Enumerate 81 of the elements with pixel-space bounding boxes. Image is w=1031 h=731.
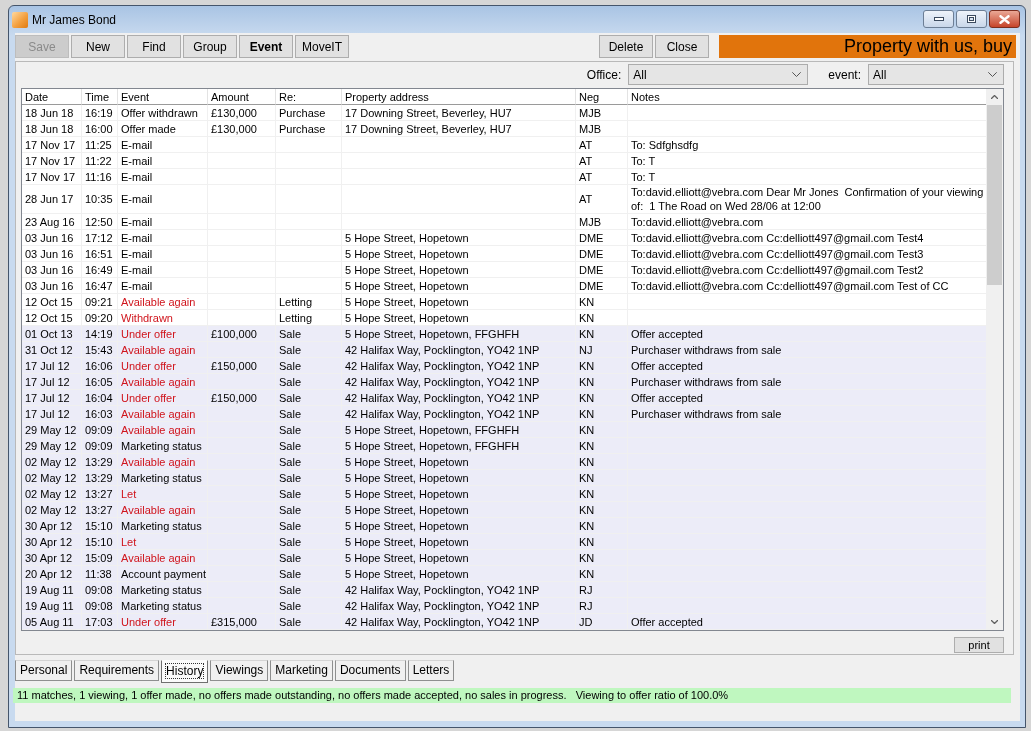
action-button[interactable]: Delete: [599, 35, 653, 58]
tab[interactable]: Personal: [15, 660, 73, 681]
filter-dropdown[interactable]: All: [868, 64, 1004, 85]
scrollbar-thumb[interactable]: [987, 105, 1002, 285]
tab[interactable]: Letters: [407, 660, 455, 681]
app-icon: [12, 11, 28, 28]
filter-label: event:: [828, 67, 861, 82]
table-row[interactable]: 19 Aug 11 09:08 Marketing status Sale 42 Halifax Way, Pocklington, YO42 1NP RJ: [22, 598, 986, 614]
close-button[interactable]: [989, 10, 1020, 28]
tab[interactable]: Requirements: [74, 660, 160, 681]
table-row[interactable]: 17 Jul 12 16:04 Under offer £150,000 Sale 42 Halifax Way, Pocklington, YO42 1NP KN Offer accepted: [22, 390, 986, 406]
close-icon: [999, 14, 1010, 24]
column-header[interactable]: Date: [22, 89, 82, 105]
chevron-down-icon[interactable]: [991, 620, 998, 624]
table-row[interactable]: 12 Oct 15 09:20 Withdrawn Letting 5 Hope Street, Hopetown KN: [22, 310, 986, 326]
table-row[interactable]: 30 Apr 12 15:09 Available again Sale 5 Hope Street, Hopetown KN: [22, 550, 986, 566]
vertical-scrollbar[interactable]: [986, 89, 1003, 630]
table-row[interactable]: 01 Oct 13 14:19 Under offer £100,000 Sale 5 Hope Street, Hopetown, FFGHFH KN Offer accepted: [22, 326, 986, 342]
toolbar-button[interactable]: Find: [127, 35, 181, 58]
toolbar-button[interactable]: Group: [183, 35, 237, 58]
table-cell: 17:03: [82, 614, 118, 630]
status-banner: Property with us, buy: [719, 35, 1016, 58]
table-row[interactable]: 17 Nov 17 11:22 E-mail AT To: T: [22, 153, 986, 169]
column-header[interactable]: Re:: [276, 89, 342, 105]
chevron-down-icon[interactable]: [988, 72, 997, 77]
action-button[interactable]: Close: [655, 35, 709, 58]
table-row[interactable]: 02 May 12 13:27 Let Sale 5 Hope Street, Hopetown KN: [22, 486, 986, 502]
status-bar: 11 matches, 1 viewing, 1 offer made, no offers made outstanding, no offers made accepted, no sales in progress. Viewing to offer ratio of 100.0%: [13, 688, 1011, 703]
tab[interactable]: Viewings: [210, 660, 269, 681]
table-row[interactable]: 23 Aug 16 12:50 E-mail MJB To:david.elliott@vebra.com: [22, 214, 986, 230]
table-row[interactable]: 19 Aug 11 09:08 Marketing status Sale 42 Halifax Way, Pocklington, YO42 1NP RJ: [22, 582, 986, 598]
table-row[interactable]: 28 Jun 17 10:35 E-mail AT To:david.elliott@vebra.com Dear Mr Jones Confirmation of your viewing of: 1 The Road on Wed 28/06 at 12:00: [22, 185, 986, 214]
table-row[interactable]: 17 Jul 12 16:05 Available again Sale 42 Halifax Way, Pocklington, YO42 1NP KN Purchaser withdraws from sale: [22, 374, 986, 390]
tab[interactable]: History: [161, 660, 209, 683]
tab[interactable]: Documents: [334, 660, 406, 681]
minimize-icon: [933, 17, 944, 21]
table-cell: Under offer: [118, 614, 208, 630]
column-header[interactable]: Property address: [342, 89, 576, 105]
table-row[interactable]: 03 Jun 16 16:47 E-mail 5 Hope Street, Hopetown DME To:david.elliott@vebra.com Cc:delliott497@gmail.com Test of CC: [22, 278, 986, 294]
toolbar-button[interactable]: Event: [239, 35, 293, 58]
table-cell: Sale: [276, 614, 342, 630]
maximize-button[interactable]: [956, 10, 987, 28]
table-row[interactable]: 20 Apr 12 11:38 Account payment Sale 5 Hope Street, Hopetown KN: [22, 566, 986, 582]
table-row[interactable]: 03 Jun 16 17:12 E-mail 5 Hope Street, Hopetown DME To:david.elliott@vebra.com Cc:delliott497@gmail.com Test4: [22, 230, 986, 246]
chevron-down-icon[interactable]: [792, 72, 802, 77]
toolbar-button[interactable]: New: [71, 35, 125, 58]
table-cell: JD: [576, 614, 628, 630]
table-row[interactable]: 17 Nov 17 11:25 E-mail AT To: Sdfghsdfg: [22, 137, 986, 153]
table-row[interactable]: 17 Jul 12 16:03 Available again Sale 42 Halifax Way, Pocklington, YO42 1NP KN Purchaser withdraws from sale: [22, 406, 986, 422]
table-row[interactable]: 02 May 12 13:27 Available again Sale 5 Hope Street, Hopetown KN: [22, 502, 986, 518]
table-row[interactable]: 03 Jun 16 16:49 E-mail 5 Hope Street, Hopetown DME To:david.elliott@vebra.com Cc:delliott497@gmail.com Test2: [22, 262, 986, 278]
table-cell: 05 Aug 11: [22, 614, 82, 630]
table-row[interactable]: 30 Apr 12 15:10 Marketing status Sale 5 Hope Street, Hopetown KN: [22, 518, 986, 534]
table-row[interactable]: 03 Jun 16 16:51 E-mail 5 Hope Street, Hopetown DME To:david.elliott@vebra.com Cc:delliott497@gmail.com Test3: [22, 246, 986, 262]
column-header[interactable]: Time: [82, 89, 118, 105]
table-row[interactable]: 18 Jun 18 16:19 Offer withdrawn £130,000 Purchase 17 Downing Street, Beverley, HU7 MJB: [22, 105, 986, 121]
column-header[interactable]: Event: [118, 89, 208, 105]
maximize-icon: [967, 15, 976, 23]
chevron-up-icon[interactable]: [991, 95, 998, 99]
table-row[interactable]: 31 Oct 12 15:43 Available again Sale 42 Halifax Way, Pocklington, YO42 1NP NJ Purchaser withdraws from sale: [22, 342, 986, 358]
tab[interactable]: Marketing: [270, 660, 333, 681]
filter-label: Office:: [586, 67, 622, 82]
column-header[interactable]: Amount: [208, 89, 276, 105]
table-row[interactable]: 17 Jul 12 16:06 Under offer £150,000 Sale 42 Halifax Way, Pocklington, YO42 1NP KN Offer accepted: [22, 358, 986, 374]
filter-dropdown[interactable]: All: [628, 64, 809, 85]
table-row[interactable]: 29 May 12 09:09 Marketing status Sale 5 Hope Street, Hopetown, FFGHFH KN: [22, 438, 986, 454]
table-row[interactable]: 05 Aug 11 17:03 Under offer £315,000 Sale 42 Halifax Way, Pocklington, YO42 1NP JD Offer accepted: [22, 614, 986, 630]
table-cell: £315,000: [208, 614, 276, 630]
table-cell: 42 Halifax Way, Pocklington, YO42 1NP: [342, 614, 576, 630]
table-row[interactable]: 02 May 12 13:29 Marketing status Sale 5 Hope Street, Hopetown KN: [22, 470, 986, 486]
window-title: Mr James Bond: [32, 12, 118, 27]
table-row[interactable]: 18 Jun 18 16:00 Offer made £130,000 Purchase 17 Downing Street, Beverley, HU7 MJB: [22, 121, 986, 137]
column-header[interactable]: Neg: [576, 89, 628, 105]
table-row[interactable]: 02 May 12 13:29 Available again Sale 5 Hope Street, Hopetown KN: [22, 454, 986, 470]
table-row[interactable]: 17 Nov 17 11:16 E-mail AT To: T: [22, 169, 986, 185]
table-row[interactable]: 12 Oct 15 09:21 Available again Letting 5 Hope Street, Hopetown KN: [22, 294, 986, 310]
toolbar-button[interactable]: MoveIT: [295, 35, 349, 58]
table-row[interactable]: 29 May 12 09:09 Available again Sale 5 Hope Street, Hopetown, FFGHFH KN: [22, 422, 986, 438]
minimize-button[interactable]: [923, 10, 954, 28]
table-row[interactable]: 30 Apr 12 15:10 Let Sale 5 Hope Street, Hopetown KN: [22, 534, 986, 550]
print-button[interactable]: print: [954, 637, 1004, 653]
